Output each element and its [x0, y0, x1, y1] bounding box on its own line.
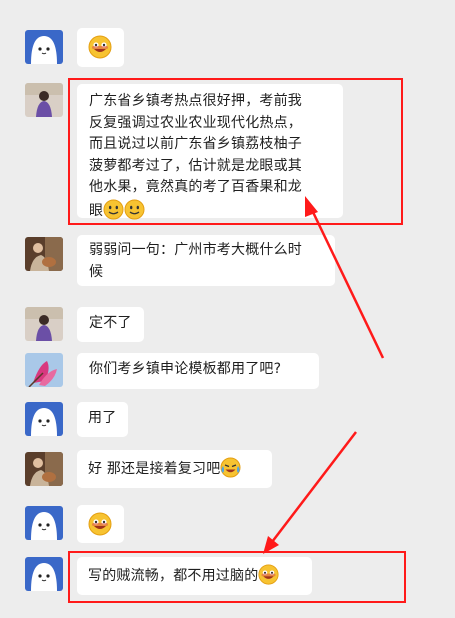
avatar[interactable]	[25, 452, 63, 486]
message-text: 用了	[88, 410, 117, 426]
avatar[interactable]	[25, 506, 63, 540]
avatar[interactable]	[25, 307, 63, 341]
message-text: 你们考乡镇申论模板都用了吧?	[89, 361, 282, 377]
ghost-avatar-icon	[25, 402, 63, 436]
crying-laugh-emoji	[220, 457, 241, 478]
red-arrow-down	[271, 431, 357, 543]
avatar[interactable]	[25, 353, 63, 387]
highlight-box	[68, 551, 406, 603]
guitar-photo-avatar-icon	[25, 452, 63, 486]
ghost-avatar-icon	[25, 557, 63, 591]
avatar[interactable]	[25, 557, 63, 591]
highlight-box	[68, 78, 403, 225]
message-text: 好 那还是接着复习吧	[88, 461, 221, 477]
message-bubble[interactable]: 好 那还是接着复习吧	[77, 450, 272, 488]
message-text: 定不了	[89, 315, 132, 331]
message-bubble[interactable]: 弱弱问一句：广州市考大概什么时 候	[77, 235, 335, 286]
avatar[interactable]	[25, 237, 63, 271]
message-bubble[interactable]	[77, 28, 124, 67]
avatar[interactable]	[25, 402, 63, 436]
avatar[interactable]	[25, 83, 63, 117]
guitar-photo-avatar-icon	[25, 237, 63, 271]
message-bubble[interactable]: 定不了	[77, 307, 144, 342]
flower-photo-avatar-icon	[25, 353, 63, 387]
grinning-face-emoji	[88, 512, 112, 536]
ghost-avatar-icon	[25, 506, 63, 540]
girl-photo-avatar-icon	[25, 83, 63, 117]
girl-photo-avatar-icon	[25, 307, 63, 341]
ghost-avatar-icon	[25, 30, 63, 64]
message-bubble[interactable]: 用了	[77, 402, 128, 437]
grinning-face-emoji	[88, 35, 112, 59]
avatar[interactable]	[25, 30, 63, 64]
message-bubble[interactable]	[77, 505, 124, 543]
message-bubble[interactable]: 你们考乡镇申论模板都用了吧?	[77, 353, 319, 389]
message-text: 弱弱问一句：广州市考大概什么时 候	[89, 242, 302, 280]
